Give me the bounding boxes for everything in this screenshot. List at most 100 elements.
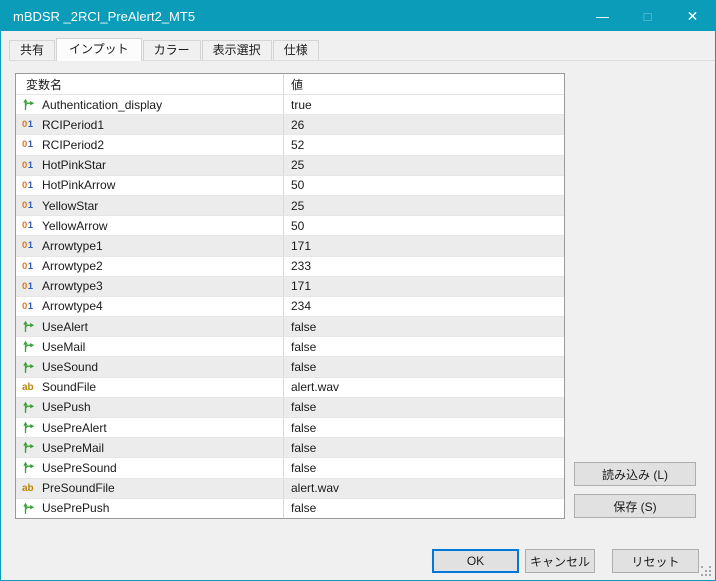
column-header-value: 値 — [283, 74, 564, 94]
tab-colors[interactable]: カラー — [143, 40, 201, 60]
variable-value-cell[interactable]: 26 — [283, 115, 564, 134]
variable-value-cell[interactable]: 171 — [283, 277, 564, 296]
close-button[interactable]: ✕ — [670, 1, 715, 31]
variable-value-cell[interactable]: false — [283, 458, 564, 477]
table-row[interactable]: 01HotPinkStar25 — [16, 156, 564, 176]
variable-value-cell[interactable]: false — [283, 317, 564, 336]
table-row[interactable]: UsePreSoundfalse — [16, 458, 564, 478]
variable-name-label: SoundFile — [42, 380, 96, 394]
tab-spec[interactable]: 仕様 — [273, 40, 319, 60]
variable-name-cell: 01YellowArrow — [16, 216, 283, 235]
variable-value-cell[interactable]: false — [283, 418, 564, 437]
variable-value-cell[interactable]: 234 — [283, 297, 564, 316]
bool-input-icon — [22, 400, 38, 414]
table-row[interactable]: UsePreAlertfalse — [16, 418, 564, 438]
table-row[interactable]: 01Arrowtype4234 — [16, 297, 564, 317]
int-input-icon: 01 — [22, 138, 38, 152]
int-input-icon: 01 — [22, 199, 38, 213]
bool-input-icon — [22, 501, 38, 515]
variable-name-cell: UsePreSound — [16, 458, 283, 477]
int-input-icon: 01 — [22, 239, 38, 253]
tab-common[interactable]: 共有 — [9, 40, 55, 60]
properties-dialog: mBDSR _2RCI_PreAlert2_MT5 — □ ✕ 共有 インプット… — [0, 0, 716, 581]
save-button[interactable]: 保存 (S) — [574, 494, 696, 518]
variable-name-label: UsePush — [42, 400, 91, 414]
load-button[interactable]: 読み込み (L) — [574, 462, 696, 486]
variable-name-cell: UsePreAlert — [16, 418, 283, 437]
table-header: 変数名 値 — [16, 74, 564, 95]
reset-button[interactable]: リセット — [612, 549, 699, 573]
string-input-icon: ab — [22, 380, 38, 394]
table-row[interactable]: UseAlert false — [16, 317, 564, 337]
int-input-icon: 01 — [22, 279, 38, 293]
table-row[interactable]: 01RCIPeriod126 — [16, 115, 564, 135]
variable-name-cell: 01HotPinkStar — [16, 156, 283, 175]
int-input-icon: 01 — [22, 178, 38, 192]
variable-value-cell[interactable]: 25 — [283, 156, 564, 175]
table-row[interactable]: 01YellowArrow50 — [16, 216, 564, 236]
variable-value-cell[interactable]: 233 — [283, 257, 564, 276]
bool-input-icon — [22, 98, 38, 112]
table-row[interactable]: ab SoundFile alert.wav — [16, 378, 564, 398]
minimize-button[interactable]: — — [580, 1, 625, 31]
variable-name-label: YellowStar — [42, 199, 98, 213]
variable-value-cell[interactable]: true — [283, 95, 564, 114]
table-row[interactable]: UsePrePush false — [16, 499, 564, 518]
variable-name-cell: UseSound — [16, 357, 283, 376]
variable-name-label: UseAlert — [42, 320, 88, 334]
resize-grip-icon[interactable] — [701, 566, 712, 577]
variable-name-label: Authentication_display — [42, 98, 162, 112]
table-row[interactable]: UsePreMailfalse — [16, 438, 564, 458]
variable-value-cell[interactable]: 50 — [283, 216, 564, 235]
table-row[interactable]: Authentication_display true — [16, 95, 564, 115]
int-input-icon: 01 — [22, 158, 38, 172]
tab-inputs[interactable]: インプット — [56, 38, 142, 61]
variable-name-cell: Authentication_display — [16, 95, 283, 114]
variable-name-label: UseMail — [42, 340, 85, 354]
int-input-icon: 01 — [22, 118, 38, 132]
table-row[interactable]: 01Arrowtype1171 — [16, 236, 564, 256]
variable-name-cell: 01Arrowtype1 — [16, 236, 283, 255]
variable-value-cell[interactable]: false — [283, 499, 564, 518]
variable-value-cell[interactable]: false — [283, 337, 564, 356]
variable-name-cell: UseAlert — [16, 317, 283, 336]
variable-value-cell[interactable]: alert.wav — [283, 479, 564, 498]
close-icon: ✕ — [687, 8, 699, 25]
variable-value-cell[interactable]: false — [283, 357, 564, 376]
table-row[interactable]: 01HotPinkArrow50 — [16, 176, 564, 196]
minimize-icon: — — [596, 9, 609, 24]
variable-value-cell[interactable]: 52 — [283, 135, 564, 154]
table-row[interactable]: 01Arrowtype3171 — [16, 277, 564, 297]
variable-name-cell: 01Arrowtype4 — [16, 297, 283, 316]
int-input-icon: 01 — [22, 219, 38, 233]
cancel-button[interactable]: キャンセル — [525, 549, 595, 573]
table-row[interactable]: UseSoundfalse — [16, 357, 564, 377]
bool-input-icon — [22, 461, 38, 475]
window-controls: — □ ✕ — [580, 1, 715, 31]
table-row[interactable]: UseMail false — [16, 337, 564, 357]
variable-value-cell[interactable]: 25 — [283, 196, 564, 215]
variable-value-cell[interactable]: 50 — [283, 176, 564, 195]
tab-visualization[interactable]: 表示選択 — [202, 40, 272, 60]
variable-value-cell[interactable]: alert.wav — [283, 378, 564, 397]
variable-name-cell: 01Arrowtype3 — [16, 277, 283, 296]
variable-name-label: Arrowtype2 — [42, 259, 103, 273]
table-row[interactable]: abPreSoundFilealert.wav — [16, 479, 564, 499]
variable-value-cell[interactable]: false — [283, 398, 564, 417]
table-row[interactable]: UsePush false — [16, 398, 564, 418]
variable-value-cell[interactable]: false — [283, 438, 564, 457]
table-row[interactable]: 01 YellowStar 25 — [16, 196, 564, 216]
bool-input-icon — [22, 441, 38, 455]
titlebar[interactable]: mBDSR _2RCI_PreAlert2_MT5 — □ ✕ — [1, 1, 715, 31]
maximize-icon: □ — [644, 9, 652, 24]
string-input-icon: ab — [22, 481, 38, 495]
table-row[interactable]: 01Arrowtype2233 — [16, 257, 564, 277]
tab-bar: 共有 インプット カラー 表示選択 仕様 — [9, 38, 715, 61]
variable-value-cell[interactable]: 171 — [283, 236, 564, 255]
table-row[interactable]: 01RCIPeriod252 — [16, 135, 564, 155]
ok-button[interactable]: OK — [432, 549, 519, 573]
variable-name-cell: ab SoundFile — [16, 378, 283, 397]
variable-name-cell: UseMail — [16, 337, 283, 356]
variable-name-cell: UsePrePush — [16, 499, 283, 518]
variable-name-label: UsePrePush — [42, 501, 109, 515]
